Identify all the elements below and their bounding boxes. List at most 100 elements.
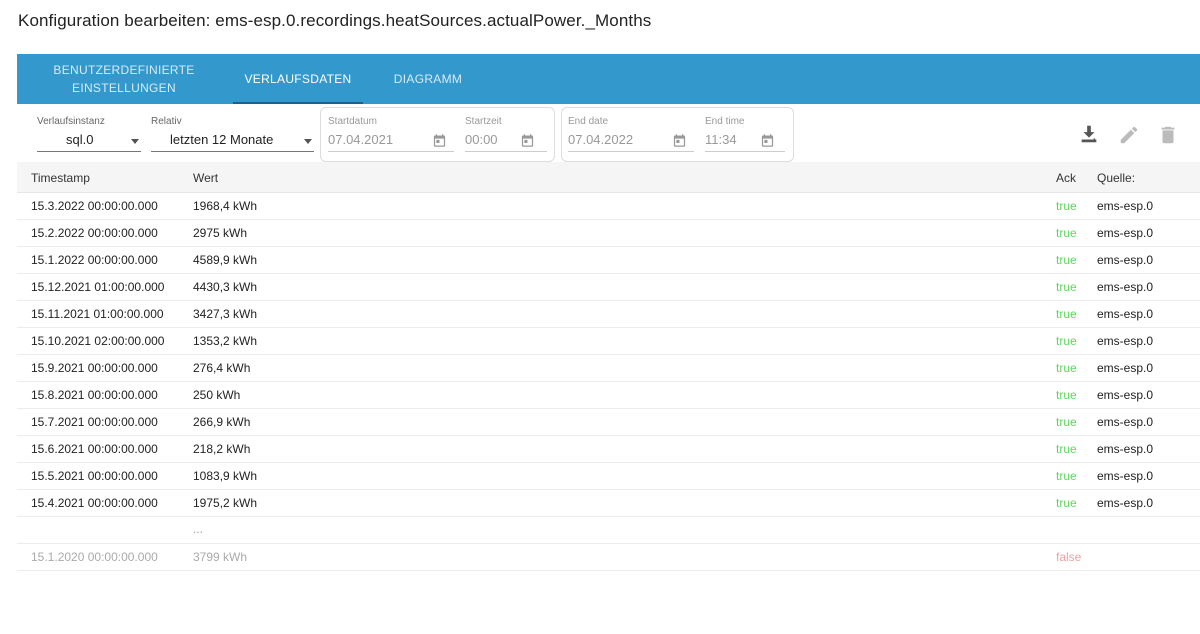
table-row[interactable]: 15.10.2021 02:00:00.000 1353,2 kWh true ems…	[17, 328, 1200, 355]
instance-select[interactable]: sql.0	[37, 130, 141, 152]
table-row[interactable]: 15.8.2021 00:00:00.000 250 kWh true ems-esp…	[17, 382, 1200, 409]
cell-value: 4430,3 kWh	[193, 280, 258, 294]
cell-ack: true	[1056, 415, 1077, 429]
end-time-label: End time	[705, 116, 745, 127]
tab-bar: BENUTZERDEFINIERTE EINSTELLUNGEN VERLAUF…	[17, 54, 1200, 104]
cell-ack: true	[1056, 496, 1077, 510]
cell-ack: true	[1056, 361, 1077, 375]
cell-timestamp: 15.9.2021 00:00:00.000	[31, 361, 158, 375]
calendar-icon[interactable]	[672, 133, 687, 148]
cell-timestamp: 15.8.2021 00:00:00.000	[31, 388, 158, 402]
table-body: 15.3.2022 00:00:00.000 1968,4 kWh true ems-…	[17, 193, 1200, 571]
cell-timestamp: 15.7.2021 00:00:00.000	[31, 415, 158, 429]
cell-value: 250 kWh	[193, 388, 241, 402]
cell-timestamp: 15.4.2021 00:00:00.000	[31, 496, 158, 510]
cell-ack: true	[1056, 388, 1077, 402]
table-header: Timestamp Wert Ack Quelle:	[17, 162, 1200, 193]
start-time-value: 00:00	[465, 132, 498, 147]
cell-timestamp: 15.1.2020 00:00:00.000	[31, 550, 158, 564]
tab-diagram[interactable]: DIAGRAMM	[373, 54, 483, 104]
instance-label: Verlaufsinstanz	[37, 116, 105, 127]
cell-source: ems-esp.0	[1097, 469, 1154, 483]
relative-select[interactable]: letzten 12 Monate	[151, 130, 314, 152]
cell-ack: true	[1056, 469, 1077, 483]
relative-select-value: letzten 12 Monate	[170, 132, 274, 147]
table-row[interactable]: 15.6.2021 00:00:00.000 218,2 kWh true ems-e…	[17, 436, 1200, 463]
table-row[interactable]: 15.4.2021 00:00:00.000 1975,2 kWh true ems-…	[17, 490, 1200, 517]
table-row[interactable]: 15.12.2021 01:00:00.000 4430,3 kWh true ems…	[17, 274, 1200, 301]
table-row[interactable]: 15.3.2022 00:00:00.000 1968,4 kWh true ems-…	[17, 193, 1200, 220]
table-row-outside-range[interactable]: 15.1.2020 00:00:00.000 3799 kWh false	[17, 544, 1200, 571]
cell-ack: true	[1056, 334, 1077, 348]
edit-icon[interactable]	[1118, 124, 1140, 146]
header-value[interactable]: Wert	[193, 171, 218, 185]
table-row[interactable]: 15.7.2021 00:00:00.000 266,9 kWh true ems-e…	[17, 409, 1200, 436]
cell-ack: true	[1056, 280, 1077, 294]
cell-source: ems-esp.0	[1097, 307, 1154, 321]
ellipsis: ...	[193, 522, 204, 536]
download-icon[interactable]	[1078, 123, 1100, 145]
table-row[interactable]: 15.11.2021 01:00:00.000 3427,3 kWh true ems…	[17, 301, 1200, 328]
cell-timestamp: 15.12.2021 01:00:00.000	[31, 280, 165, 294]
cell-ack: true	[1056, 307, 1077, 321]
delete-icon[interactable]	[1157, 124, 1179, 146]
tab-history-data[interactable]: VERLAUFSDATEN	[233, 54, 363, 104]
cell-timestamp: 15.6.2021 00:00:00.000	[31, 442, 158, 456]
cell-value: 4589,9 kWh	[193, 253, 258, 267]
cell-value: 218,2 kWh	[193, 442, 251, 456]
cell-value: 1975,2 kWh	[193, 496, 258, 510]
cell-timestamp: 15.3.2022 00:00:00.000	[31, 199, 158, 213]
calendar-icon[interactable]	[432, 133, 447, 148]
table-row-ellipsis: ...	[17, 517, 1200, 544]
start-time-field[interactable]: 00:00	[465, 130, 547, 152]
cell-value: 276,4 kWh	[193, 361, 251, 375]
cell-source: ems-esp.0	[1097, 226, 1154, 240]
end-date-label: End date	[568, 116, 609, 127]
end-time-field[interactable]: 11:34	[705, 130, 785, 152]
chevron-down-icon	[304, 139, 312, 144]
cell-source: ems-esp.0	[1097, 496, 1154, 510]
end-time-value: 11:34	[705, 132, 737, 147]
start-date-value: 07.04.2021	[328, 132, 394, 147]
cell-ack: true	[1056, 226, 1077, 240]
cell-value: 1968,4 kWh	[193, 199, 258, 213]
table-row[interactable]: 15.9.2021 00:00:00.000 276,4 kWh true ems-e…	[17, 355, 1200, 382]
cell-source: ems-esp.0	[1097, 253, 1154, 267]
calendar-icon[interactable]	[520, 133, 535, 148]
end-date-field[interactable]: 07.04.2022	[568, 130, 694, 152]
cell-ack: true	[1056, 442, 1077, 456]
active-tab-indicator	[233, 102, 363, 104]
header-ack[interactable]: Ack	[1056, 171, 1076, 185]
cell-value: 266,9 kWh	[193, 415, 251, 429]
cell-value: 1083,9 kWh	[193, 469, 258, 483]
end-date-value: 07.04.2022	[568, 132, 634, 147]
header-source[interactable]: Quelle:	[1097, 171, 1135, 185]
cell-source: ems-esp.0	[1097, 388, 1154, 402]
cell-source: ems-esp.0	[1097, 361, 1154, 375]
cell-ack: true	[1056, 199, 1077, 213]
tab-history-data-label: VERLAUFSDATEN	[244, 72, 352, 86]
cell-source: ems-esp.0	[1097, 199, 1154, 213]
instance-select-value: sql.0	[66, 132, 94, 147]
cell-timestamp: 15.11.2021 01:00:00.000	[31, 307, 164, 321]
tab-custom-settings-label-line2: EINSTELLUNGEN	[72, 81, 176, 95]
cell-timestamp: 15.1.2022 00:00:00.000	[31, 253, 158, 267]
cell-ack: false	[1056, 550, 1082, 564]
start-time-label: Startzeit	[465, 116, 502, 127]
calendar-icon[interactable]	[760, 133, 775, 148]
chevron-down-icon	[131, 139, 139, 144]
relative-label: Relativ	[151, 116, 182, 127]
cell-source: ems-esp.0	[1097, 415, 1154, 429]
table-row[interactable]: 15.5.2021 00:00:00.000 1083,9 kWh true ems-…	[17, 463, 1200, 490]
cell-source: ems-esp.0	[1097, 442, 1154, 456]
tab-custom-settings[interactable]: BENUTZERDEFINIERTE EINSTELLUNGEN	[53, 54, 194, 104]
start-date-field[interactable]: 07.04.2021	[328, 130, 454, 152]
cell-value: 3427,3 kWh	[193, 307, 258, 321]
table-row[interactable]: 15.1.2022 00:00:00.000 4589,9 kWh true ems-…	[17, 247, 1200, 274]
header-timestamp[interactable]: Timestamp	[31, 171, 90, 185]
start-date-label: Startdatum	[328, 116, 377, 127]
table-row[interactable]: 15.2.2022 00:00:00.000 2975 kWh true ems-es…	[17, 220, 1200, 247]
cell-ack: true	[1056, 253, 1077, 267]
page-title: Konfiguration bearbeiten: ems-esp.0.reco…	[18, 11, 652, 30]
tab-diagram-label: DIAGRAMM	[393, 72, 463, 86]
